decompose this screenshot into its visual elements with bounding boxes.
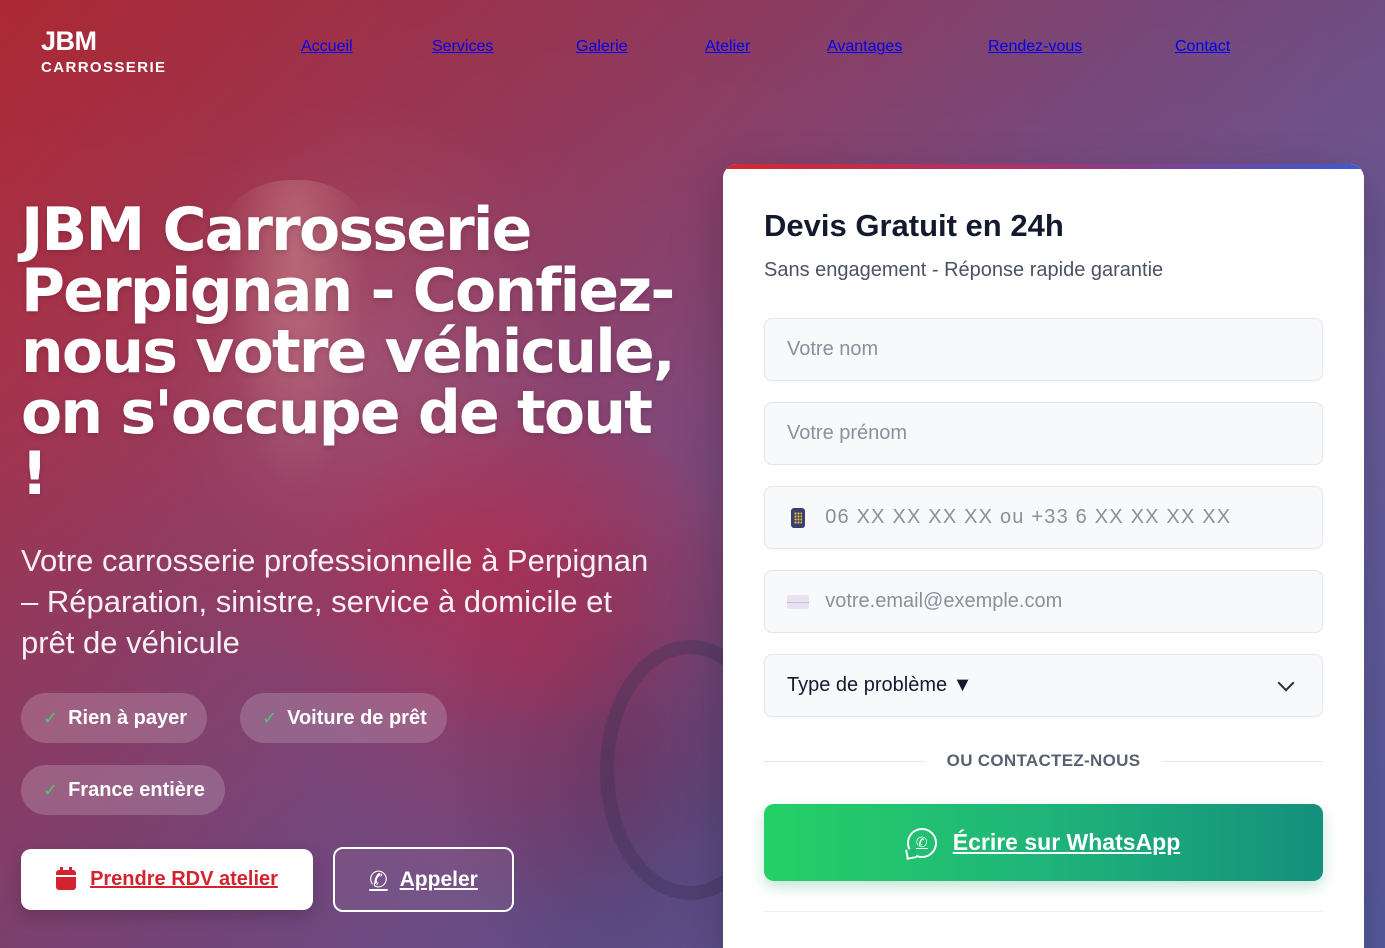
whatsapp-button[interactable]: ✆ Écrire sur WhatsApp xyxy=(764,804,1323,881)
chevron-down-icon xyxy=(1277,674,1295,691)
phone-icon: ✆ xyxy=(369,866,388,892)
name-field-wrapper xyxy=(764,318,1323,381)
quote-form-card: Devis Gratuit en 24h Sans engagement - R… xyxy=(723,164,1364,948)
or-contact-divider: OU CONTACTEZ-NOUS xyxy=(764,750,1324,772)
divider-line xyxy=(764,760,925,762)
badge-voiture-de-pret: ✓ Voiture de prêt xyxy=(240,693,447,743)
logo-main-text: JBM xyxy=(41,26,97,56)
logo-sub-text: CARROSSERIE xyxy=(41,59,167,76)
nav-galerie[interactable]: Galerie xyxy=(576,38,628,56)
site-logo[interactable]: JBM CARROSSERIE xyxy=(41,26,166,78)
card-accent-bar xyxy=(723,164,1364,169)
badge-label: Voiture de prêt xyxy=(287,706,427,729)
call-label: Appeler xyxy=(399,867,478,891)
divider-line xyxy=(1162,760,1324,762)
nav-avantages[interactable]: Avantages xyxy=(827,38,902,56)
envelope-icon xyxy=(787,594,810,609)
whatsapp-label: Écrire sur WhatsApp xyxy=(952,829,1181,855)
mobile-phone-icon xyxy=(787,507,809,528)
nav-atelier[interactable]: Atelier xyxy=(705,38,750,56)
badge-label: Rien à payer xyxy=(68,706,188,729)
hero-subtitle: Votre carrosserie professionnelle à Perp… xyxy=(21,543,649,660)
badge-label: France entière xyxy=(68,778,205,801)
calendar-icon xyxy=(56,866,77,890)
hero-title: JBM Carrosserie Perpignan - Confiez-nous… xyxy=(21,195,676,509)
site-header: JBM CARROSSERIE Accueil Services Galerie… xyxy=(0,0,1385,100)
nav-accueil[interactable]: Accueil xyxy=(301,38,353,56)
form-title: Devis Gratuit en 24h xyxy=(764,208,1064,243)
divider-text: OU CONTACTEZ-NOUS xyxy=(946,751,1141,770)
check-icon: ✓ xyxy=(262,707,278,728)
firstname-input[interactable] xyxy=(787,422,1300,445)
name-input[interactable] xyxy=(787,338,1300,361)
badge-rien-a-payer: ✓ Rien à payer xyxy=(21,693,208,743)
badge-france-entiere: ✓ France entière xyxy=(21,765,225,815)
email-field-wrapper xyxy=(764,570,1323,633)
check-icon: ✓ xyxy=(43,779,59,800)
problem-type-select[interactable]: Type de problème ▼ xyxy=(764,654,1323,717)
card-separator xyxy=(764,911,1323,912)
whatsapp-icon: ✆ xyxy=(906,827,937,858)
firstname-field-wrapper xyxy=(764,402,1323,465)
check-icon: ✓ xyxy=(43,707,59,728)
book-appointment-label: Prendre RDV atelier xyxy=(90,868,278,890)
nav-services[interactable]: Services xyxy=(432,38,493,56)
form-subtitle: Sans engagement - Réponse rapide garanti… xyxy=(764,259,1164,281)
problem-type-selected: Type de problème ▼ xyxy=(787,674,973,696)
phone-field-wrapper xyxy=(764,486,1323,549)
nav-contact[interactable]: Contact xyxy=(1175,38,1230,56)
email-input[interactable] xyxy=(825,590,1300,613)
nav-rendez-vous[interactable]: Rendez-vous xyxy=(988,38,1082,56)
call-button[interactable]: ✆ Appeler xyxy=(333,847,514,912)
book-appointment-button[interactable]: Prendre RDV atelier xyxy=(21,849,313,910)
phone-input[interactable] xyxy=(825,506,1300,529)
